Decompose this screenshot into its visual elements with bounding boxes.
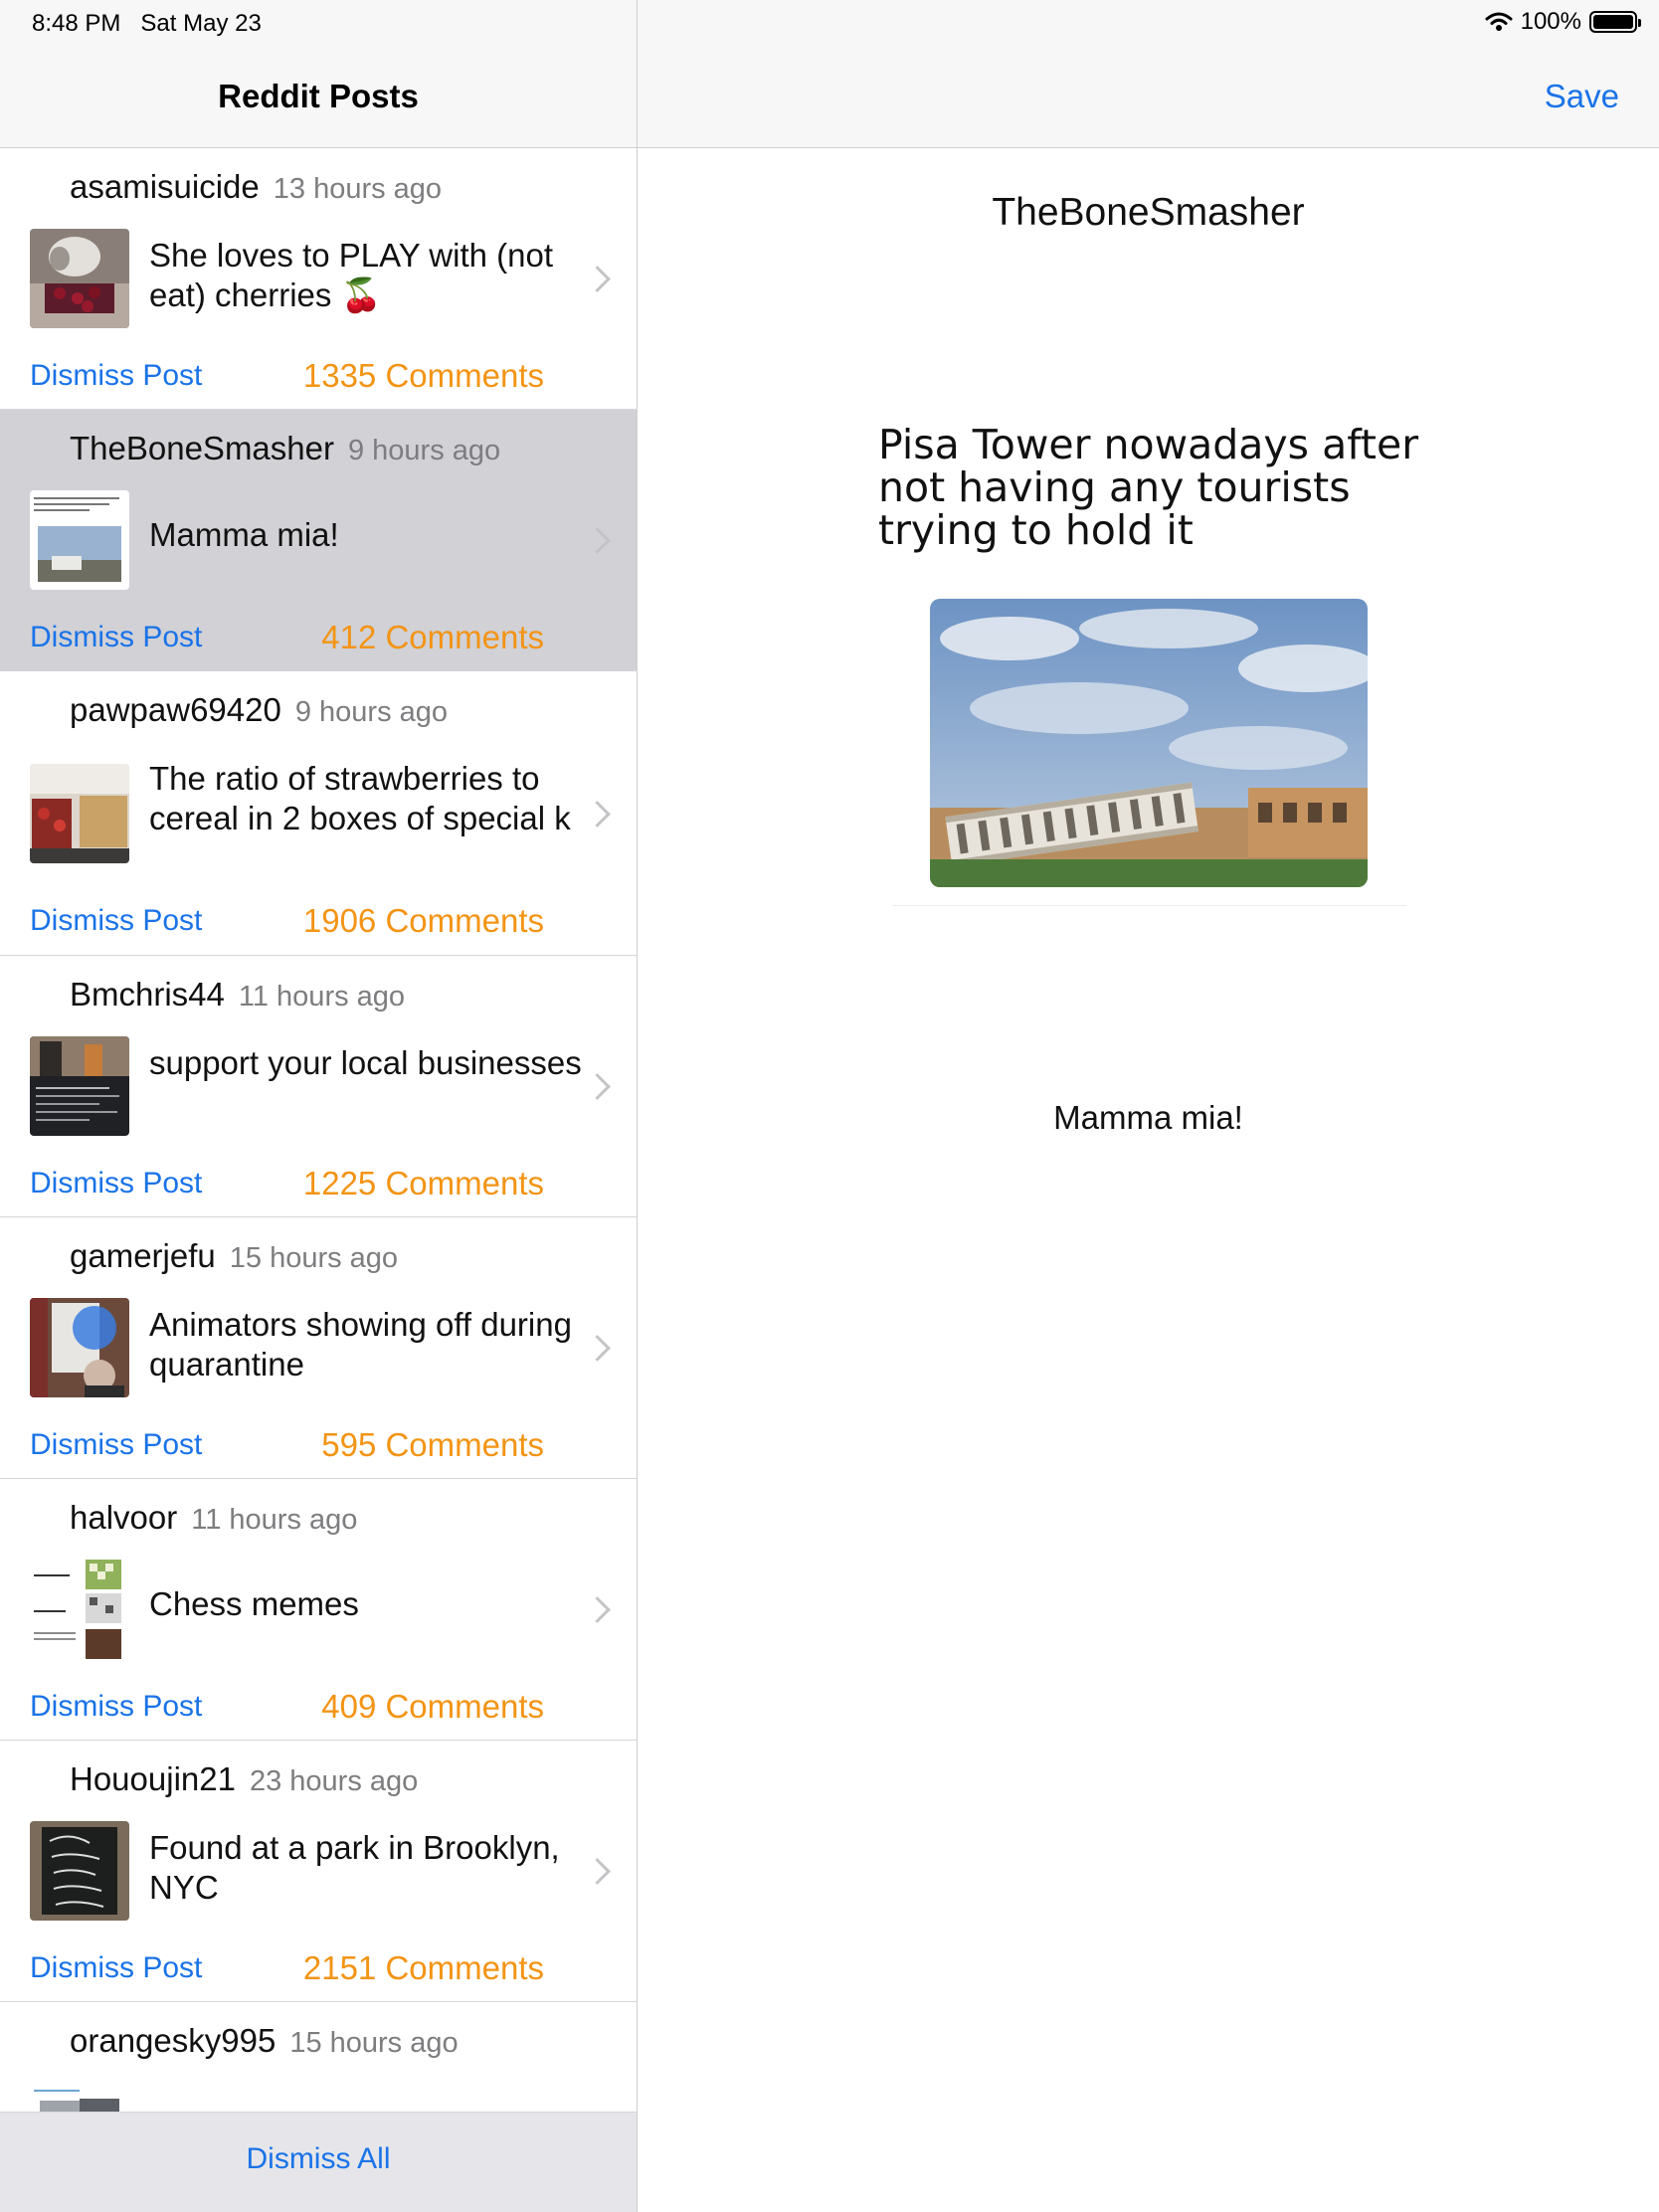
dismiss-post-button[interactable]: Dismiss Post bbox=[30, 359, 202, 393]
post-author-line: orangesky995 15 hours ago bbox=[70, 2022, 459, 2060]
post-author: asamisuicide bbox=[70, 168, 260, 205]
post-image[interactable] bbox=[930, 599, 1368, 887]
post-thumbnail[interactable] bbox=[30, 1298, 129, 1397]
post-row-selected[interactable]: TheBoneSmasher 9 hours ago Mamma mia! Dis… bbox=[0, 410, 637, 671]
chevron-right-icon bbox=[584, 1073, 611, 1100]
master-title: Reddit Posts bbox=[218, 78, 419, 114]
detail-author: TheBoneSmasher bbox=[992, 191, 1305, 234]
chevron-right-icon bbox=[584, 527, 611, 554]
status-date: Sat May 23 bbox=[140, 10, 262, 37]
post-author-line: halvoor 11 hours ago bbox=[70, 1499, 357, 1537]
post-thumbnail[interactable] bbox=[30, 490, 129, 590]
post-author: orangesky995 bbox=[70, 2022, 276, 2059]
post-title: Animators showing off during quarantine bbox=[149, 1306, 572, 1382]
post-list[interactable]: asamisuicide 13 hours ago She loves to PL… bbox=[0, 148, 637, 2212]
dismiss-post-button[interactable]: Dismiss Post bbox=[30, 1951, 202, 1985]
post-author-line: TheBoneSmasher 9 hours ago bbox=[70, 430, 500, 467]
post-thumbnail[interactable] bbox=[30, 1821, 129, 1921]
chevron-right-icon bbox=[584, 1335, 611, 1362]
battery-percent: 100% bbox=[1520, 8, 1581, 35]
post-row[interactable]: Hououjin21 23 hours ago Found at a park i… bbox=[0, 1741, 637, 2002]
post-row[interactable]: asamisuicide 13 hours ago She loves to PL… bbox=[0, 148, 637, 410]
post-thumbnail[interactable] bbox=[30, 229, 129, 328]
comments-count[interactable]: 409 Comments bbox=[321, 1688, 544, 1726]
post-time: 15 hours ago bbox=[289, 2027, 459, 2059]
status-time: 8:48 PM Sat May 23 bbox=[32, 10, 262, 38]
post-thumbnail[interactable] bbox=[30, 1036, 129, 1136]
post-author: Bmchris44 bbox=[70, 976, 225, 1013]
status-right: 100% bbox=[1485, 8, 1641, 36]
post-time: 15 hours ago bbox=[229, 1242, 399, 1274]
detail-image-title: Pisa Tower nowadays after not having any… bbox=[878, 421, 1419, 554]
post-author-line: Bmchris44 11 hours ago bbox=[70, 976, 405, 1014]
post-time: 9 hours ago bbox=[347, 435, 501, 466]
wifi-icon bbox=[1485, 12, 1513, 31]
post-row[interactable]: gamerjefu 15 hours ago Animators showing … bbox=[0, 1217, 637, 1479]
dismiss-post-button[interactable]: Dismiss Post bbox=[30, 1428, 202, 1462]
comments-count[interactable]: 595 Comments bbox=[321, 1426, 544, 1464]
battery-fill bbox=[1593, 15, 1633, 29]
post-author: Hououjin21 bbox=[70, 1760, 236, 1797]
post-thumbnail[interactable] bbox=[30, 764, 129, 863]
post-author: gamerjefu bbox=[70, 1237, 216, 1274]
post-thumbnail[interactable] bbox=[30, 1560, 129, 1659]
post-time: 23 hours ago bbox=[249, 1765, 419, 1797]
comments-count[interactable]: 1225 Comments bbox=[303, 1165, 544, 1202]
post-author: pawpaw69420 bbox=[70, 691, 281, 728]
post-author-line: Hououjin21 23 hours ago bbox=[70, 1760, 418, 1798]
post-time: 13 hours ago bbox=[273, 173, 443, 205]
comments-count[interactable]: 1335 Comments bbox=[303, 357, 544, 395]
comments-count[interactable]: 412 Comments bbox=[321, 619, 544, 656]
status-clock: 8:48 PM bbox=[32, 10, 121, 37]
dismiss-post-button[interactable]: Dismiss Post bbox=[30, 904, 202, 938]
dismiss-all-button[interactable]: Dismiss All bbox=[0, 2142, 637, 2176]
post-title: The ratio of strawberries to cereal in 2… bbox=[149, 760, 571, 836]
post-title: support your local businesses bbox=[149, 1044, 582, 1081]
comments-count[interactable]: 2151 Comments bbox=[303, 1949, 544, 1987]
post-author: TheBoneSmasher bbox=[70, 430, 334, 466]
master-panel: Reddit Posts asamisuicide 13 hours ago Sh… bbox=[0, 0, 638, 2212]
dismiss-post-button[interactable]: Dismiss Post bbox=[30, 1690, 202, 1724]
post-title: Chess memes bbox=[149, 1585, 359, 1622]
post-time: 11 hours ago bbox=[191, 1504, 358, 1536]
post-time: 11 hours ago bbox=[238, 981, 406, 1013]
chevron-right-icon bbox=[584, 801, 611, 828]
post-author-line: asamisuicide 13 hours ago bbox=[70, 168, 442, 206]
battery-icon bbox=[1589, 11, 1641, 33]
post-row[interactable]: Bmchris44 11 hours ago support your local… bbox=[0, 956, 637, 1217]
post-author-line: gamerjefu 15 hours ago bbox=[70, 1237, 398, 1275]
dismiss-post-button[interactable]: Dismiss Post bbox=[30, 621, 202, 654]
post-title: She loves to PLAY with (not eat) cherrie… bbox=[149, 237, 554, 313]
post-author-line: pawpaw69420 9 hours ago bbox=[70, 691, 448, 729]
dismiss-all-toolbar: Dismiss All bbox=[0, 2112, 637, 2212]
post-author: halvoor bbox=[70, 1499, 178, 1536]
chevron-right-icon bbox=[584, 266, 611, 292]
post-row[interactable]: halvoor 11 hours ago Chess memes Dismiss … bbox=[0, 1479, 637, 1741]
post-row[interactable]: pawpaw69420 9 hours ago The ratio of stra… bbox=[0, 671, 637, 956]
dismiss-post-button[interactable]: Dismiss Post bbox=[30, 1167, 202, 1200]
post-title: Found at a park in Brooklyn, NYC bbox=[149, 1829, 560, 1906]
chevron-right-icon bbox=[584, 1596, 611, 1623]
chevron-right-icon bbox=[584, 1858, 611, 1885]
detail-caption: Mamma mia! bbox=[1053, 1099, 1243, 1136]
post-title: Mamma mia! bbox=[149, 516, 339, 553]
save-button[interactable]: Save bbox=[1545, 78, 1619, 115]
comments-count[interactable]: 1906 Comments bbox=[303, 902, 544, 940]
detail-divider bbox=[892, 905, 1406, 906]
post-time: 9 hours ago bbox=[294, 696, 449, 728]
